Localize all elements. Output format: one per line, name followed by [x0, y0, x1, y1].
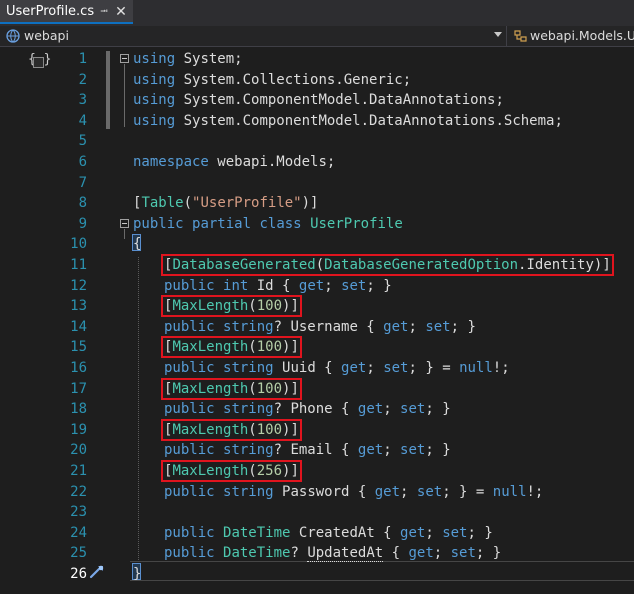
- line-number: 25: [70, 545, 87, 562]
- line-number: 14: [70, 318, 87, 335]
- code-text: public DateTime CreatedAt { get; set; }: [164, 524, 493, 541]
- type-dropdown[interactable]: webapi.Models.UserProfile: [508, 26, 634, 46]
- line-number: 6: [78, 154, 87, 170]
- line-number: 5: [78, 133, 87, 150]
- line-number: 3: [78, 92, 87, 109]
- code-line[interactable]: 4 using System.ComponentModel.DataAnnota…: [0, 111, 634, 132]
- code-line[interactable]: 18 public string? Phone { get; set; }: [0, 399, 634, 420]
- code-line[interactable]: 14 public string? Username { get; set; }: [0, 317, 634, 338]
- code-editor[interactable]: { } 1 using System; 2 using System.Colle…: [0, 47, 634, 594]
- code-line[interactable]: 11 [DatabaseGenerated(DatabaseGeneratedO…: [0, 254, 634, 276]
- class-icon: [514, 30, 527, 42]
- code-text: public partial class UserProfile: [133, 215, 403, 232]
- highlight-box: [MaxLength(100)]: [161, 418, 302, 441]
- line-number: 22: [70, 483, 87, 500]
- code-text: namespace webapi.Models;: [133, 154, 336, 170]
- document-tab-strip: UserProfile.cs ⭲ ✕: [0, 0, 634, 26]
- code-text: [MaxLength(100)]: [161, 377, 302, 400]
- code-line[interactable]: 16 public string Uuid { get; set; } = nu…: [0, 358, 634, 379]
- line-number: 10: [70, 236, 87, 253]
- code-line[interactable]: 12 public int Id { get; set; }: [0, 276, 634, 297]
- code-line[interactable]: 1 using System;: [0, 49, 634, 70]
- highlight-box: [MaxLength(100)]: [161, 336, 302, 359]
- code-line[interactable]: 15 [MaxLength(100)]: [0, 336, 634, 359]
- code-text: public string Uuid { get; set; } = null!…: [164, 360, 510, 376]
- highlight-box: [MaxLength(100)]: [161, 377, 302, 400]
- code-line[interactable]: 2 using System.Collections.Generic;: [0, 70, 634, 91]
- code-line[interactable]: 20 public string? Email { get; set; }: [0, 440, 634, 461]
- code-text: [MaxLength(100)]: [161, 418, 302, 441]
- type-name: webapi.Models.UserProfile: [530, 28, 634, 43]
- code-line[interactable]: 17 [MaxLength(100)]: [0, 377, 634, 400]
- highlight-box: [MaxLength(256)]: [161, 460, 302, 482]
- line-number: 23: [70, 504, 87, 521]
- line-number: 13: [70, 298, 87, 315]
- code-line[interactable]: 3 using System.ComponentModel.DataAnnota…: [0, 90, 634, 111]
- line-number: 2: [78, 71, 87, 88]
- code-text: public int Id { get; set; }: [164, 277, 392, 294]
- code-line[interactable]: 26 }: [0, 564, 634, 585]
- code-text: [MaxLength(100)]: [161, 336, 302, 359]
- code-line[interactable]: 5: [0, 131, 634, 152]
- code-text: public string Password { get; set; } = n…: [164, 483, 544, 500]
- code-line[interactable]: 7: [0, 173, 634, 194]
- line-number: 26: [70, 566, 87, 582]
- code-text: using System;: [133, 51, 243, 67]
- line-number: 11: [70, 257, 87, 273]
- code-line[interactable]: 21 [MaxLength(256)]: [0, 460, 634, 482]
- highlight-box: [MaxLength(100)]: [161, 295, 302, 318]
- line-number: 19: [70, 421, 87, 438]
- line-number: 1: [78, 51, 87, 67]
- close-icon[interactable]: ✕: [114, 4, 128, 20]
- line-number: 17: [70, 380, 87, 397]
- line-number: 12: [70, 277, 87, 294]
- project-name: webapi: [24, 28, 69, 43]
- line-number: 4: [78, 112, 87, 129]
- code-line[interactable]: 24 public DateTime CreatedAt { get; set;…: [0, 523, 634, 544]
- code-text: using System.ComponentModel.DataAnnotati…: [133, 112, 563, 129]
- code-text: public string? Email { get; set; }: [164, 442, 451, 459]
- csharp-project-icon: [6, 29, 20, 43]
- tab-userprofile-cs[interactable]: UserProfile.cs ⭲ ✕: [0, 0, 133, 24]
- line-number: 9: [78, 215, 87, 232]
- code-line[interactable]: 10 {: [0, 234, 634, 255]
- line-number: 8: [78, 195, 87, 212]
- code-line[interactable]: 9 public partial class UserProfile: [0, 214, 634, 235]
- tab-filename: UserProfile.cs: [6, 4, 95, 19]
- code-text: using System.ComponentModel.DataAnnotati…: [133, 92, 504, 109]
- code-text: }: [133, 566, 142, 582]
- navbar-divider: [506, 26, 507, 46]
- code-line[interactable]: 25 public DateTime? UpdatedAt { get; set…: [0, 543, 634, 564]
- line-number: 18: [70, 401, 87, 418]
- code-text: public string? Username { get; set; }: [164, 318, 476, 335]
- highlight-box: [DatabaseGenerated(DatabaseGeneratedOpti…: [161, 254, 614, 276]
- code-line[interactable]: 22 public string Password { get; set; } …: [0, 482, 634, 503]
- line-number: 7: [78, 174, 87, 191]
- pin-icon[interactable]: ⭲: [97, 5, 111, 19]
- code-line[interactable]: 8 [Table("UserProfile")]: [0, 193, 634, 214]
- code-text: public DateTime? UpdatedAt { get; set; }: [164, 545, 502, 563]
- line-number: 15: [70, 339, 87, 356]
- chevron-down-icon[interactable]: [494, 32, 502, 37]
- code-line[interactable]: 13 [MaxLength(100)]: [0, 295, 634, 318]
- line-number: 24: [70, 524, 87, 541]
- line-number: 16: [70, 360, 87, 376]
- code-line[interactable]: 19 [MaxLength(100)]: [0, 418, 634, 441]
- code-text: [MaxLength(100)]: [161, 295, 302, 318]
- code-text: public string? Phone { get; set; }: [164, 401, 451, 418]
- code-text: [MaxLength(256)]: [161, 460, 302, 482]
- line-number: 20: [70, 442, 87, 459]
- project-dropdown[interactable]: webapi: [0, 26, 506, 46]
- code-line[interactable]: 23: [0, 502, 634, 523]
- code-line[interactable]: 6 namespace webapi.Models;: [0, 152, 634, 173]
- code-text: {: [133, 236, 142, 253]
- code-text: [DatabaseGenerated(DatabaseGeneratedOpti…: [161, 254, 614, 276]
- code-text: using System.Collections.Generic;: [133, 71, 412, 88]
- navigation-bar: webapi webapi.Models.UserProfile: [0, 26, 634, 47]
- line-number: 21: [70, 463, 87, 479]
- code-text: [Table("UserProfile")]: [133, 195, 319, 212]
